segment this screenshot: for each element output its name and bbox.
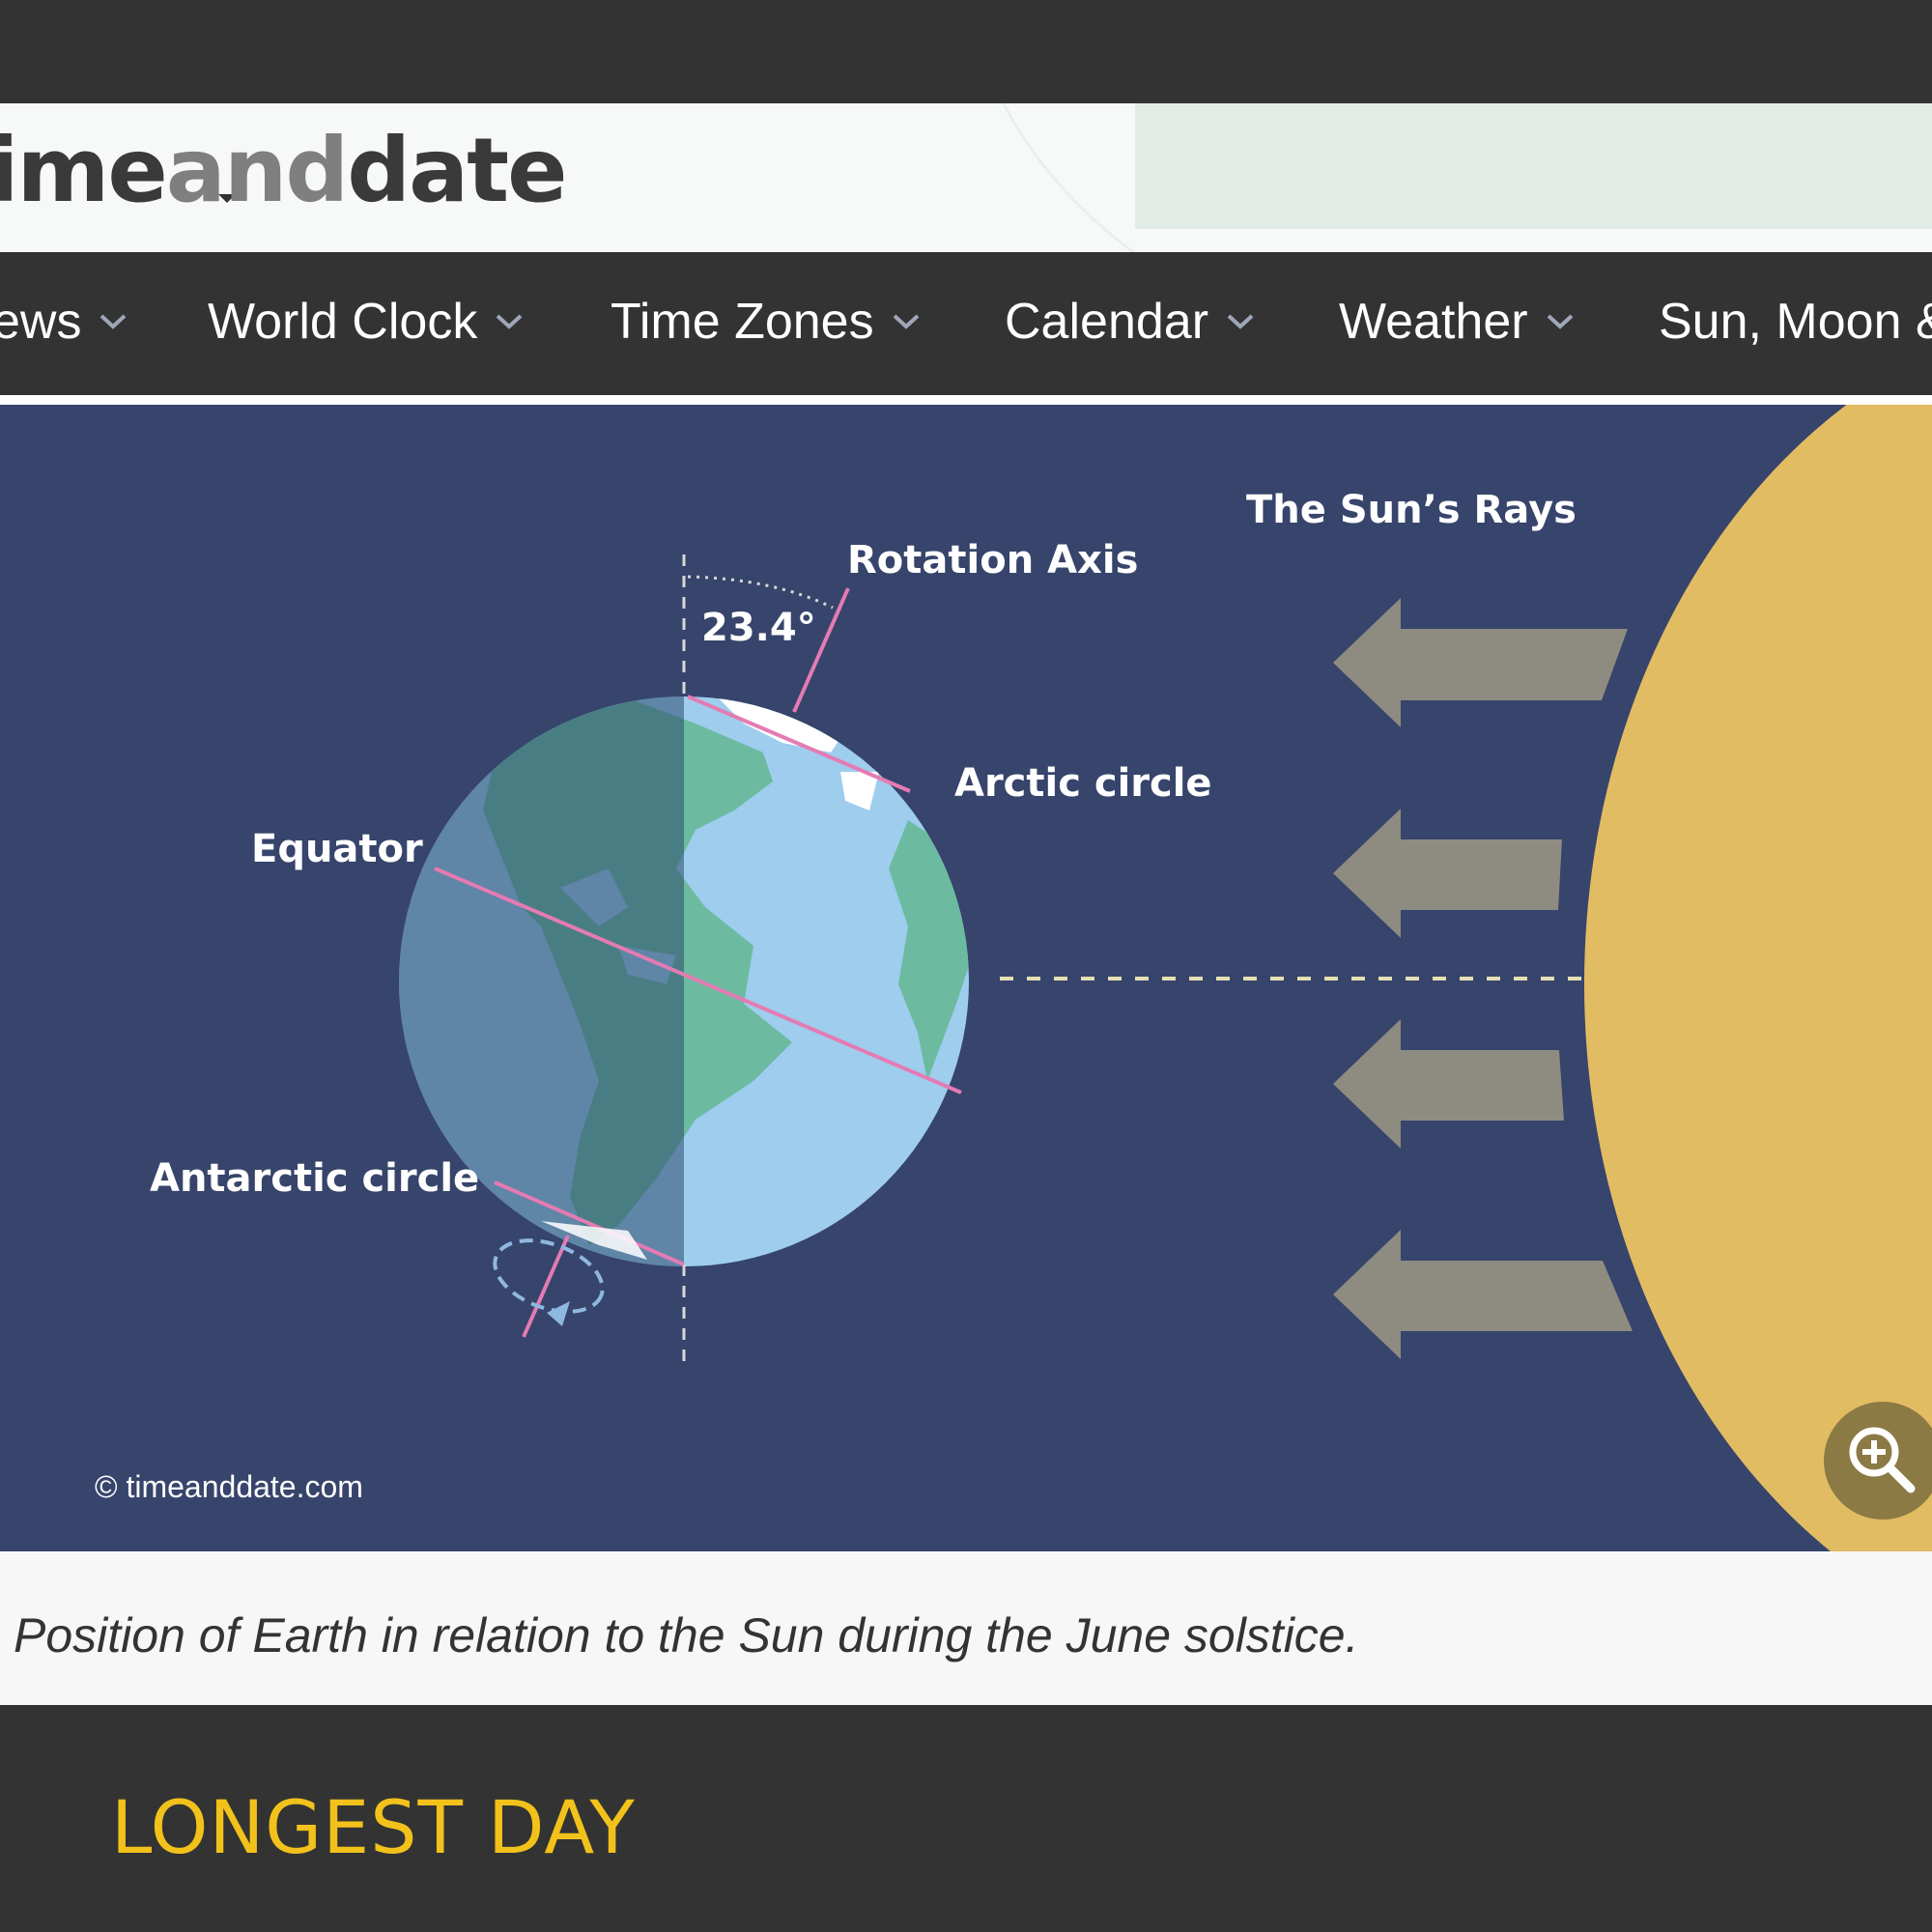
section-heading: LONGEST DAY — [111, 1784, 636, 1870]
main-nav: ews World Clock Time Zones Calendar Weat… — [0, 252, 1932, 395]
logo-middle: and — [165, 119, 349, 222]
tilt-angle-label: 23.4° — [701, 606, 816, 650]
equator-label: Equator — [251, 827, 423, 871]
solstice-diagram: Rotation Axis 23.4° The Sun’s Rays Arcti… — [0, 405, 1932, 1551]
zoom-button[interactable] — [1824, 1402, 1932, 1520]
chevron-down-icon — [1227, 314, 1254, 329]
nav-item-label: Calendar — [1005, 294, 1209, 350]
chevron-down-icon — [100, 314, 127, 329]
logo-prefix: ime — [0, 119, 168, 222]
caption-text: Position of Earth in relation to the Sun… — [14, 1608, 1359, 1662]
nav-item-calendar[interactable]: Calendar — [1005, 293, 1255, 351]
arctic-circle-label: Arctic circle — [954, 761, 1212, 806]
nav-item-label: World Clock — [208, 294, 478, 350]
chevron-down-icon — [893, 314, 919, 329]
chevron-down-icon — [1547, 314, 1573, 329]
sun-ray-arrow — [1333, 1230, 1633, 1359]
sun-ray-arrow — [1333, 598, 1628, 727]
header-banner — [1135, 103, 1932, 229]
nav-item-label: Weather — [1339, 294, 1528, 350]
rotation-axis-label: Rotation Axis — [847, 538, 1138, 582]
site-logo[interactable]: imeanddate — [0, 127, 568, 215]
figure-caption: Position of Earth in relation to the Sun… — [0, 1551, 1932, 1705]
chevron-down-icon — [496, 314, 523, 329]
antarctic-circle-label: Antarctic circle — [150, 1156, 479, 1201]
nav-item-world-clock[interactable]: World Clock — [208, 293, 524, 351]
nav-item-sun-moon[interactable]: Sun, Moon & — [1659, 293, 1932, 351]
footer-section: LONGEST DAY — [0, 1705, 1932, 1932]
nav-item-label: Time Zones — [611, 294, 874, 350]
tilt-angle-arc — [687, 575, 834, 610]
nav-item-label: Sun, Moon & — [1659, 294, 1932, 350]
top-bar — [0, 0, 1932, 103]
nav-item-weather[interactable]: Weather — [1339, 293, 1575, 351]
copyright-label: © timeanddate.com — [95, 1469, 363, 1504]
nav-separator — [0, 395, 1932, 405]
logo-suffix: date — [347, 119, 567, 222]
diagram-canvas: Rotation Axis 23.4° The Sun’s Rays Arcti… — [95, 405, 1932, 1551]
nav-item-news[interactable]: ews — [0, 293, 128, 351]
nav-item-time-zones[interactable]: Time Zones — [611, 293, 921, 351]
sun-ray-arrow — [1333, 1019, 1564, 1149]
zoom-in-icon — [1849, 1427, 1916, 1493]
sun-ray-arrow — [1333, 809, 1562, 938]
site-header: imeanddate — [0, 103, 1932, 252]
nav-item-label: ews — [0, 294, 82, 350]
sun-rays-label: The Sun’s Rays — [1246, 488, 1577, 532]
rotation-arrow-icon — [547, 1301, 570, 1326]
sun-shape — [1584, 405, 1932, 1551]
